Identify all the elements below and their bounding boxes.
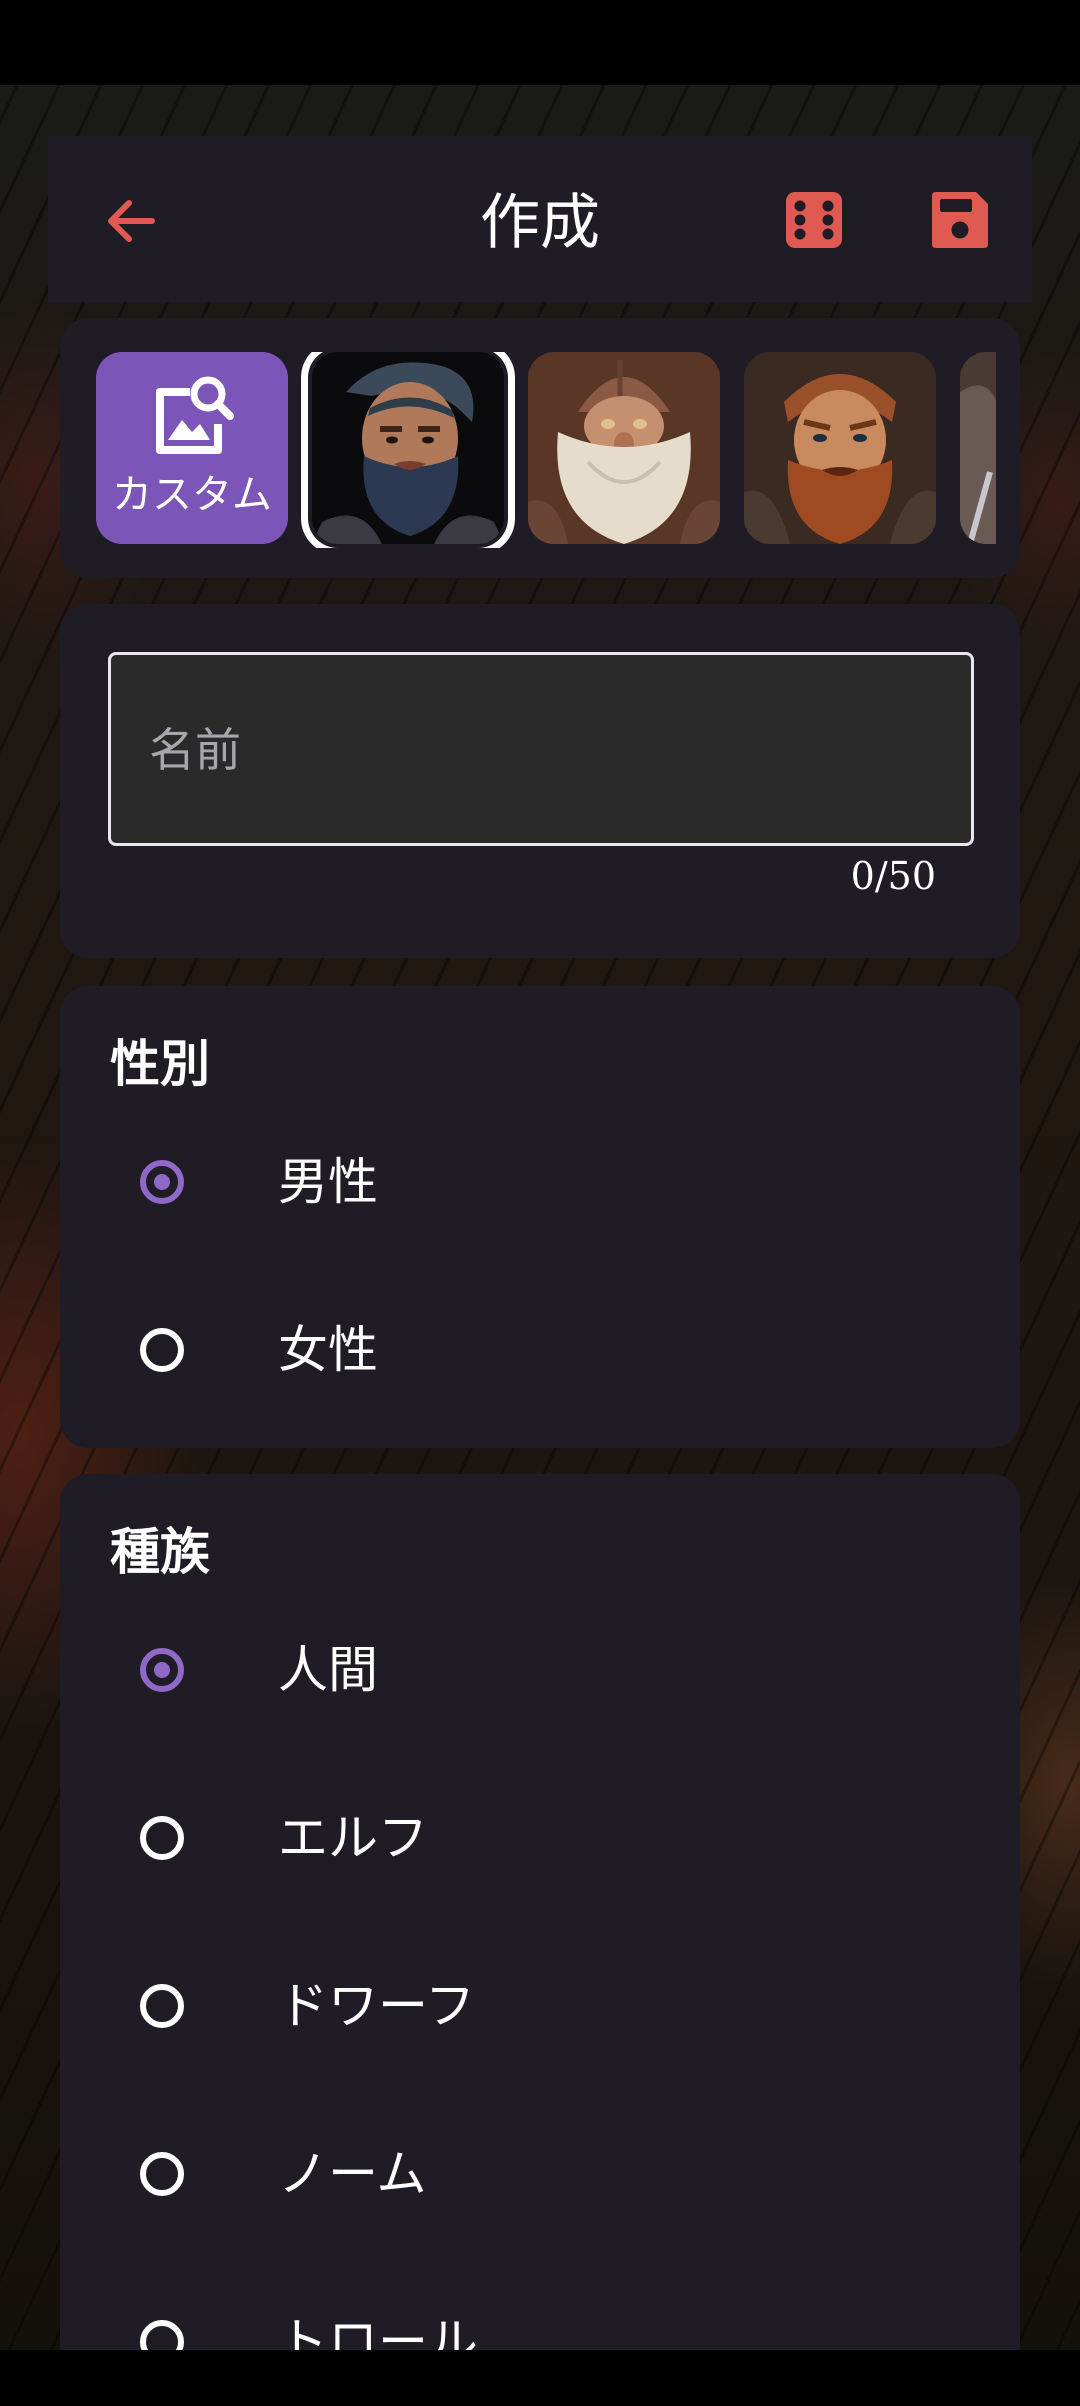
gender-option-female[interactable]: 女性 bbox=[60, 1294, 1020, 1414]
radio-checked-icon[interactable] bbox=[140, 1160, 184, 1204]
old-dwarf-portrait bbox=[528, 352, 720, 544]
race-option-label: ノーム bbox=[278, 2145, 427, 2203]
gender-section: 性別 男性 女性 bbox=[60, 986, 1020, 1448]
radio-checked-icon[interactable] bbox=[140, 1648, 184, 1692]
dice-icon[interactable] bbox=[784, 190, 844, 250]
custom-portrait-label: カスタム bbox=[112, 472, 272, 518]
race-option-human[interactable]: 人間 bbox=[60, 1614, 1020, 1734]
radio-unchecked-icon[interactable] bbox=[140, 1328, 184, 1372]
name-card: 0/50 bbox=[60, 604, 1020, 958]
race-option-label: 人間 bbox=[278, 1641, 378, 1699]
race-option-gnome[interactable]: ノーム bbox=[60, 2118, 1020, 2238]
image-search-icon bbox=[156, 376, 234, 454]
radio-unchecked-icon[interactable] bbox=[140, 1984, 184, 2028]
race-option-elf[interactable]: エルフ bbox=[60, 1782, 1020, 1902]
app-bar: 作成 bbox=[48, 136, 1032, 302]
red-bearded-dwarf-portrait bbox=[744, 352, 936, 544]
navigation-bar bbox=[0, 2350, 1080, 2400]
portrait-picker: カスタム bbox=[60, 318, 1020, 578]
portrait-1[interactable] bbox=[301, 352, 515, 548]
gender-option-label: 女性 bbox=[278, 1321, 378, 1379]
page-title: 作成 bbox=[480, 188, 600, 258]
race-section: 種族 人間 エルフ ドワーフ ノーム トロール bbox=[60, 1474, 1020, 2374]
bearded-warrior-portrait bbox=[312, 352, 504, 544]
gender-option-male[interactable]: 男性 bbox=[60, 1126, 1020, 1246]
race-option-dwarf[interactable]: ドワーフ bbox=[60, 1950, 1020, 2070]
race-title: 種族 bbox=[110, 1523, 210, 1581]
race-option-label: ドワーフ bbox=[278, 1977, 475, 2035]
radio-unchecked-icon[interactable] bbox=[140, 1816, 184, 1860]
name-input[interactable] bbox=[147, 655, 951, 845]
race-option-label: エルフ bbox=[278, 1809, 428, 1867]
portrait-2[interactable] bbox=[528, 352, 720, 544]
portrait-strip[interactable]: カスタム bbox=[96, 352, 996, 548]
gender-title: 性別 bbox=[110, 1035, 210, 1093]
gender-option-label: 男性 bbox=[278, 1153, 378, 1211]
portrait-4[interactable] bbox=[960, 352, 996, 544]
armored-character-portrait bbox=[960, 352, 996, 544]
character-counter: 0/50 bbox=[850, 854, 936, 898]
radio-unchecked-icon[interactable] bbox=[140, 2152, 184, 2196]
custom-portrait-button[interactable]: カスタム bbox=[96, 352, 288, 544]
name-field[interactable] bbox=[108, 652, 974, 846]
portrait-3[interactable] bbox=[744, 352, 936, 544]
floppy-disk-icon[interactable] bbox=[930, 190, 990, 250]
